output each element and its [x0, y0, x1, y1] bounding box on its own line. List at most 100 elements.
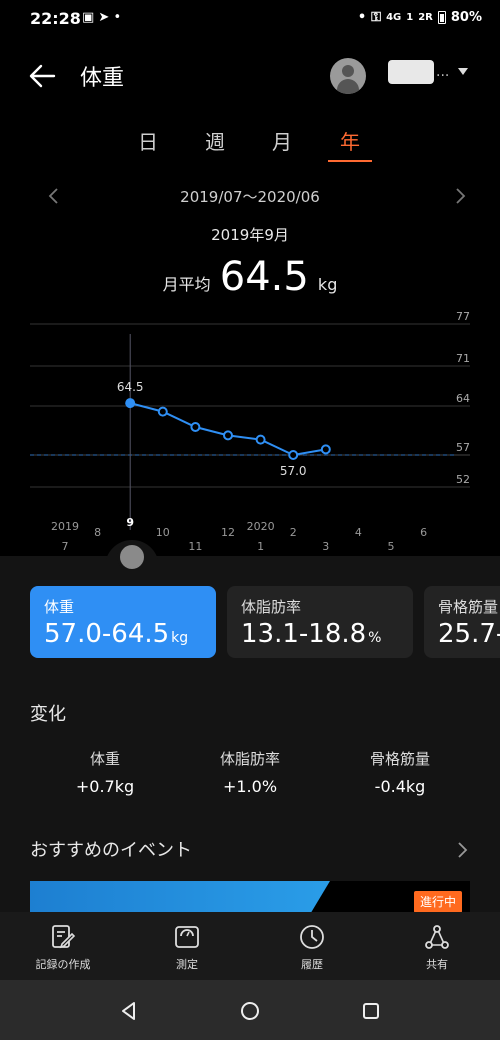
nav-history[interactable]: 履歴 [262, 922, 362, 972]
x-tick-label: 5 [388, 540, 395, 553]
battery-percent: 80% [450, 10, 482, 25]
y-tick-label: 64 [456, 392, 470, 405]
period-range: 2019/07～2020/06 [180, 188, 320, 206]
change-body-fat: 体脂肪率 +1.0% [175, 748, 325, 796]
data-point [288, 450, 299, 460]
avatar-head [342, 65, 354, 77]
clock-icon [300, 925, 324, 949]
change-label: 体重 [89, 750, 120, 768]
nav-label: 記録の作成 [35, 958, 91, 971]
card-label: 体脂肪率 [241, 598, 302, 616]
change-label: 体脂肪率 [219, 750, 280, 768]
page-title: 体重 [80, 66, 125, 91]
notification-icons: ▣ ➤ • [82, 10, 122, 25]
data-point [223, 430, 233, 441]
panel-drag-handle[interactable] [117, 542, 147, 572]
card-skeletal-muscle[interactable]: 骨格筋量 25.7- [424, 586, 500, 658]
nav-label: 共有 [426, 958, 448, 971]
nav-create-record[interactable]: 記録の作成 [13, 922, 113, 972]
card-unit: kg [171, 630, 189, 646]
x-tick-label: 2 [290, 526, 297, 539]
chevron-right-icon[interactable] [454, 840, 472, 860]
card-label: 体重 [44, 598, 75, 616]
y-tick-label: 77 [456, 310, 470, 323]
share-icon [425, 925, 449, 949]
change-value: +0.7kg [30, 777, 180, 796]
x-tick-label: 7 [62, 540, 69, 553]
events-section-title[interactable]: おすすめのイベント [30, 836, 192, 862]
tab-week[interactable]: 週 [190, 126, 240, 155]
card-weight[interactable]: 体重 57.0-64.5 kg [30, 586, 216, 658]
data-point [255, 434, 266, 445]
change-skeletal-muscle: 骨格筋量 -0.4kg [325, 748, 475, 796]
data-point [157, 406, 168, 417]
nav-measure[interactable]: 測定 [137, 922, 237, 972]
card-body-fat[interactable]: 体脂肪率 13.1-18.8% [227, 586, 413, 658]
tab-month[interactable]: 月 [257, 126, 307, 155]
data-point [125, 398, 136, 409]
x-year-label: 2020 [247, 520, 275, 533]
card-value: 25.7- [438, 619, 500, 649]
card-value: 13.1-18.8% [241, 619, 399, 649]
battery-icon [437, 11, 446, 24]
username-ellipsis: ... [436, 64, 450, 80]
chevron-right-icon[interactable] [450, 186, 470, 206]
avatar[interactable] [330, 58, 366, 94]
key-icon: ⚿ [371, 10, 382, 25]
data-label-selected: 64.5 [117, 380, 144, 394]
app-header: 体重 ... [0, 48, 500, 104]
scale-icon [175, 926, 199, 948]
status-right: • ⚿ 4G 1 2R 80% [358, 10, 482, 25]
data-point [320, 444, 331, 455]
change-section-title: 変化 [30, 704, 66, 725]
data-label-min: 57.0 [280, 464, 307, 478]
nav-share[interactable]: 共有 [387, 922, 487, 972]
average-unit: kg [317, 275, 338, 294]
tab-year[interactable]: 年 [325, 126, 375, 162]
status-time: 22:28 [30, 9, 81, 28]
x-tick-label: 4 [355, 526, 362, 539]
x-tick-label: 1 [257, 540, 264, 553]
status-bar: 22:28 ▣ ➤ • • ⚿ 4G 1 2R 80% [0, 0, 500, 40]
home-circle-icon[interactable] [239, 1000, 261, 1022]
change-unit: kg [405, 777, 426, 796]
tab-day[interactable]: 日 [123, 126, 173, 155]
metric-cards: 体重 57.0-64.5 kg 体脂肪率 13.1-18.8% 骨格筋量 25.7… [30, 586, 500, 660]
signal-label: 2R [418, 12, 433, 23]
selected-month: 2019年9月 [211, 226, 289, 244]
card-value-text: 13.1-18.8 [241, 619, 367, 649]
sim-badge: 1 [406, 12, 414, 23]
card-label: 骨格筋量 [438, 598, 499, 616]
x-tick-label: 12 [221, 526, 235, 539]
average-value: 64.5 [219, 254, 309, 300]
change-value-text: +1.0% [222, 777, 278, 796]
system-navigation-bar [0, 980, 500, 1040]
weight-chart[interactable]: 777164575264.557.07891011121234562019 202… [0, 300, 500, 556]
card-value-text: 25.7- [438, 619, 500, 649]
y-tick-label: 57 [456, 441, 470, 454]
change-label: 骨格筋量 [369, 750, 430, 768]
change-value: -0.4kg [325, 777, 475, 796]
chevron-down-icon[interactable] [458, 68, 468, 75]
back-triangle-icon[interactable] [118, 1000, 140, 1022]
event-status-badge: 進行中 [414, 891, 462, 913]
x-tick-label: 9 [126, 516, 134, 529]
edit-icon [52, 925, 76, 949]
x-tick-label: 6 [420, 526, 427, 539]
period-navigation: 2019/07～2020/06 [0, 184, 500, 210]
card-value: 57.0-64.5 kg [44, 619, 202, 649]
nav-label: 測定 [176, 958, 198, 971]
average-label: 月平均 [162, 275, 211, 294]
back-arrow-icon[interactable] [26, 60, 58, 92]
recents-square-icon[interactable] [360, 1000, 382, 1022]
x-year-label: 2019 [51, 520, 79, 533]
period-tabs: 日 週 月 年 [0, 126, 500, 166]
data-point [190, 422, 201, 432]
change-value: +1.0% [175, 777, 325, 796]
avatar-body [337, 79, 359, 94]
x-tick-label: 3 [322, 540, 329, 553]
bottom-navigation: 記録の作成 測定 履歴 共有 [0, 912, 500, 980]
card-unit: % [368, 630, 382, 646]
y-tick-label: 52 [456, 473, 470, 486]
username-redacted[interactable] [388, 60, 434, 84]
